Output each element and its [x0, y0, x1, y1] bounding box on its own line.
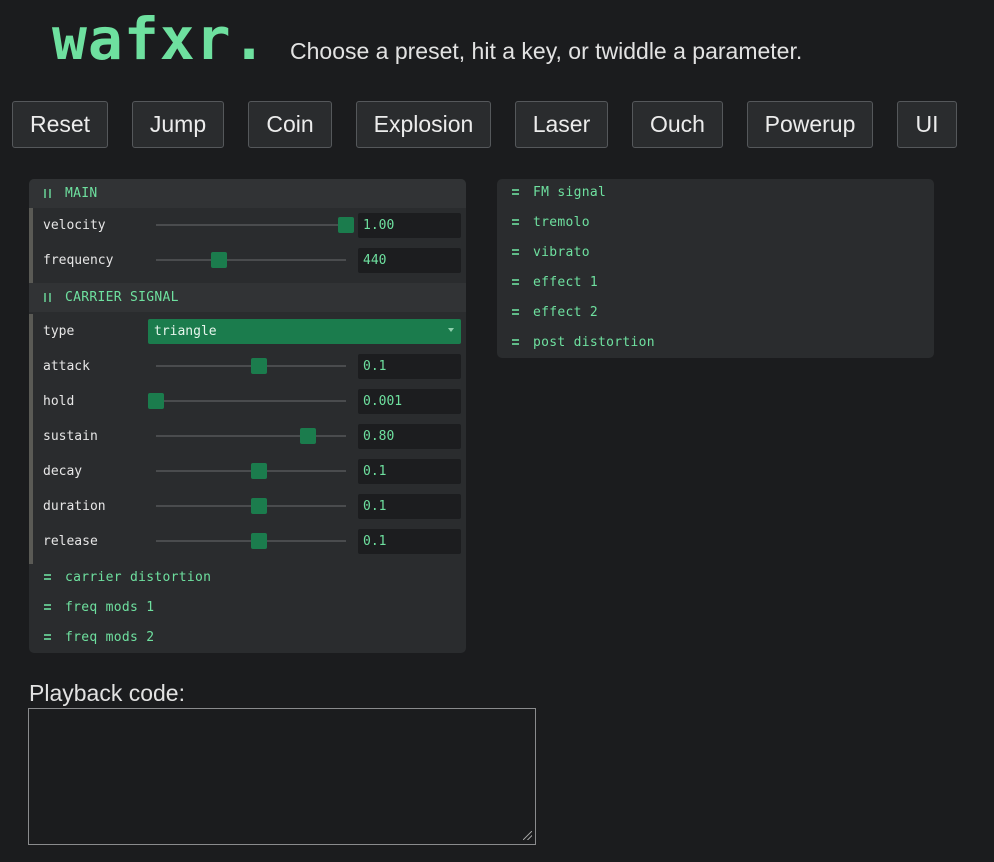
folder-label: effect 2	[533, 304, 599, 320]
type-select[interactable]: triangle	[148, 319, 461, 344]
folder-effect-1[interactable]: effect 1	[497, 267, 598, 297]
attack-row: attack 0.1	[33, 349, 466, 384]
frequency-label: frequency	[43, 253, 114, 268]
decay-slider-handle[interactable]	[250, 463, 267, 479]
hold-row: hold 0.001	[33, 384, 466, 419]
sustain-row: sustain 0.80	[33, 419, 466, 454]
velocity-row: velocity 1.00	[33, 208, 466, 243]
folder-label: freq mods 1	[65, 599, 155, 615]
chevron-down-icon	[448, 328, 454, 332]
tagline: Choose a preset, hit a key, or twiddle a…	[290, 38, 803, 64]
main-section: velocity 1.00 frequency 440	[29, 208, 466, 283]
preset-ui-button[interactable]: UI	[897, 101, 957, 148]
release-row: release 0.1	[33, 524, 466, 559]
type-label: type	[43, 324, 75, 339]
folder-label: freq mods 2	[65, 629, 155, 645]
preset-coin-button[interactable]: Coin	[248, 101, 332, 148]
sustain-input[interactable]: 0.80	[358, 424, 461, 449]
hold-input[interactable]: 0.001	[358, 389, 461, 414]
velocity-slider[interactable]	[156, 217, 354, 233]
decay-slider[interactable]	[156, 463, 346, 479]
resize-grip-icon[interactable]	[523, 831, 534, 842]
preset-laser-button[interactable]: Laser	[515, 101, 608, 148]
duration-row: duration 0.1	[33, 489, 466, 524]
attack-label: attack	[43, 359, 90, 374]
frequency-slider[interactable]	[156, 252, 346, 268]
folder-label: effect 1	[533, 274, 599, 290]
main-folder-title: MAIN	[65, 186, 98, 201]
folder-label: FM signal	[533, 184, 607, 200]
preset-jump-button[interactable]: Jump	[132, 101, 224, 148]
folder-post-distortion[interactable]: post distortion	[497, 327, 655, 357]
frequency-slider-handle[interactable]	[210, 252, 227, 268]
velocity-label: velocity	[43, 218, 106, 233]
decay-row: decay 0.1	[33, 454, 466, 489]
carrier-folder-title: CARRIER SIGNAL	[65, 290, 179, 305]
folder-freq-mods-2[interactable]: freq mods 2	[29, 622, 154, 652]
folder-fm-signal[interactable]: FM signal	[497, 177, 606, 207]
folder-label: carrier distortion	[65, 569, 212, 585]
menu-icon	[497, 338, 533, 346]
duration-slider[interactable]	[156, 498, 346, 514]
folder-freq-mods-1[interactable]: freq mods 1	[29, 592, 154, 622]
menu-icon	[497, 188, 533, 196]
folder-vibrato[interactable]: vibrato	[497, 237, 590, 267]
folder-label: vibrato	[533, 244, 590, 260]
hold-label: hold	[43, 394, 75, 409]
menu-icon	[497, 278, 533, 286]
duration-slider-handle[interactable]	[250, 498, 267, 514]
right-controls-panel: FM signal tremolo vibrato effect 1 effec…	[497, 179, 934, 358]
sustain-slider[interactable]	[156, 428, 346, 444]
release-input[interactable]: 0.1	[358, 529, 461, 554]
sustain-label: sustain	[43, 429, 98, 444]
preset-reset-button[interactable]: Reset	[12, 101, 108, 148]
left-controls-panel: MAIN velocity 1.00 frequency 440 CARRIER…	[29, 179, 466, 653]
attack-slider[interactable]	[156, 358, 346, 374]
attack-input[interactable]: 0.1	[358, 354, 461, 379]
hold-slider-handle[interactable]	[148, 393, 164, 409]
playback-code-label: Playback code:	[29, 680, 185, 706]
playback-code-textarea[interactable]	[28, 708, 536, 845]
folder-label: post distortion	[533, 334, 655, 350]
type-row: type triangle	[33, 314, 466, 349]
preset-explosion-button[interactable]: Explosion	[356, 101, 491, 148]
sustain-slider-handle[interactable]	[300, 428, 316, 444]
preset-bar: Reset Jump Coin Explosion Laser Ouch Pow…	[12, 101, 972, 148]
type-select-value: triangle	[154, 324, 217, 339]
carrier-section: type triangle attack 0.1 hold 0.001 sust…	[29, 314, 466, 564]
menu-icon	[497, 218, 533, 226]
collapse-icon	[29, 189, 65, 198]
duration-input[interactable]: 0.1	[358, 494, 461, 519]
frequency-input[interactable]: 440	[358, 248, 461, 273]
menu-icon	[29, 603, 65, 611]
preset-ouch-button[interactable]: Ouch	[632, 101, 723, 148]
menu-icon	[497, 248, 533, 256]
folder-effect-2[interactable]: effect 2	[497, 297, 598, 327]
menu-icon	[29, 573, 65, 581]
folder-label: tremolo	[533, 214, 590, 230]
frequency-row: frequency 440	[33, 243, 466, 278]
velocity-slider-handle[interactable]	[338, 217, 354, 233]
duration-label: duration	[43, 499, 106, 514]
decay-label: decay	[43, 464, 83, 479]
folder-carrier-distortion[interactable]: carrier distortion	[29, 562, 211, 592]
menu-icon	[497, 308, 533, 316]
decay-input[interactable]: 0.1	[358, 459, 461, 484]
app-logo: wafxr.	[52, 5, 268, 73]
velocity-input[interactable]: 1.00	[358, 213, 461, 238]
hold-slider[interactable]	[148, 393, 346, 409]
folder-tremolo[interactable]: tremolo	[497, 207, 590, 237]
main-folder-header[interactable]: MAIN	[29, 179, 466, 208]
release-slider-handle[interactable]	[250, 533, 267, 549]
attack-slider-handle[interactable]	[250, 358, 267, 374]
release-label: release	[43, 534, 98, 549]
menu-icon	[29, 633, 65, 641]
release-slider[interactable]	[156, 533, 346, 549]
preset-powerup-button[interactable]: Powerup	[747, 101, 873, 148]
collapse-icon	[29, 293, 65, 302]
carrier-folder-header[interactable]: CARRIER SIGNAL	[29, 283, 466, 312]
